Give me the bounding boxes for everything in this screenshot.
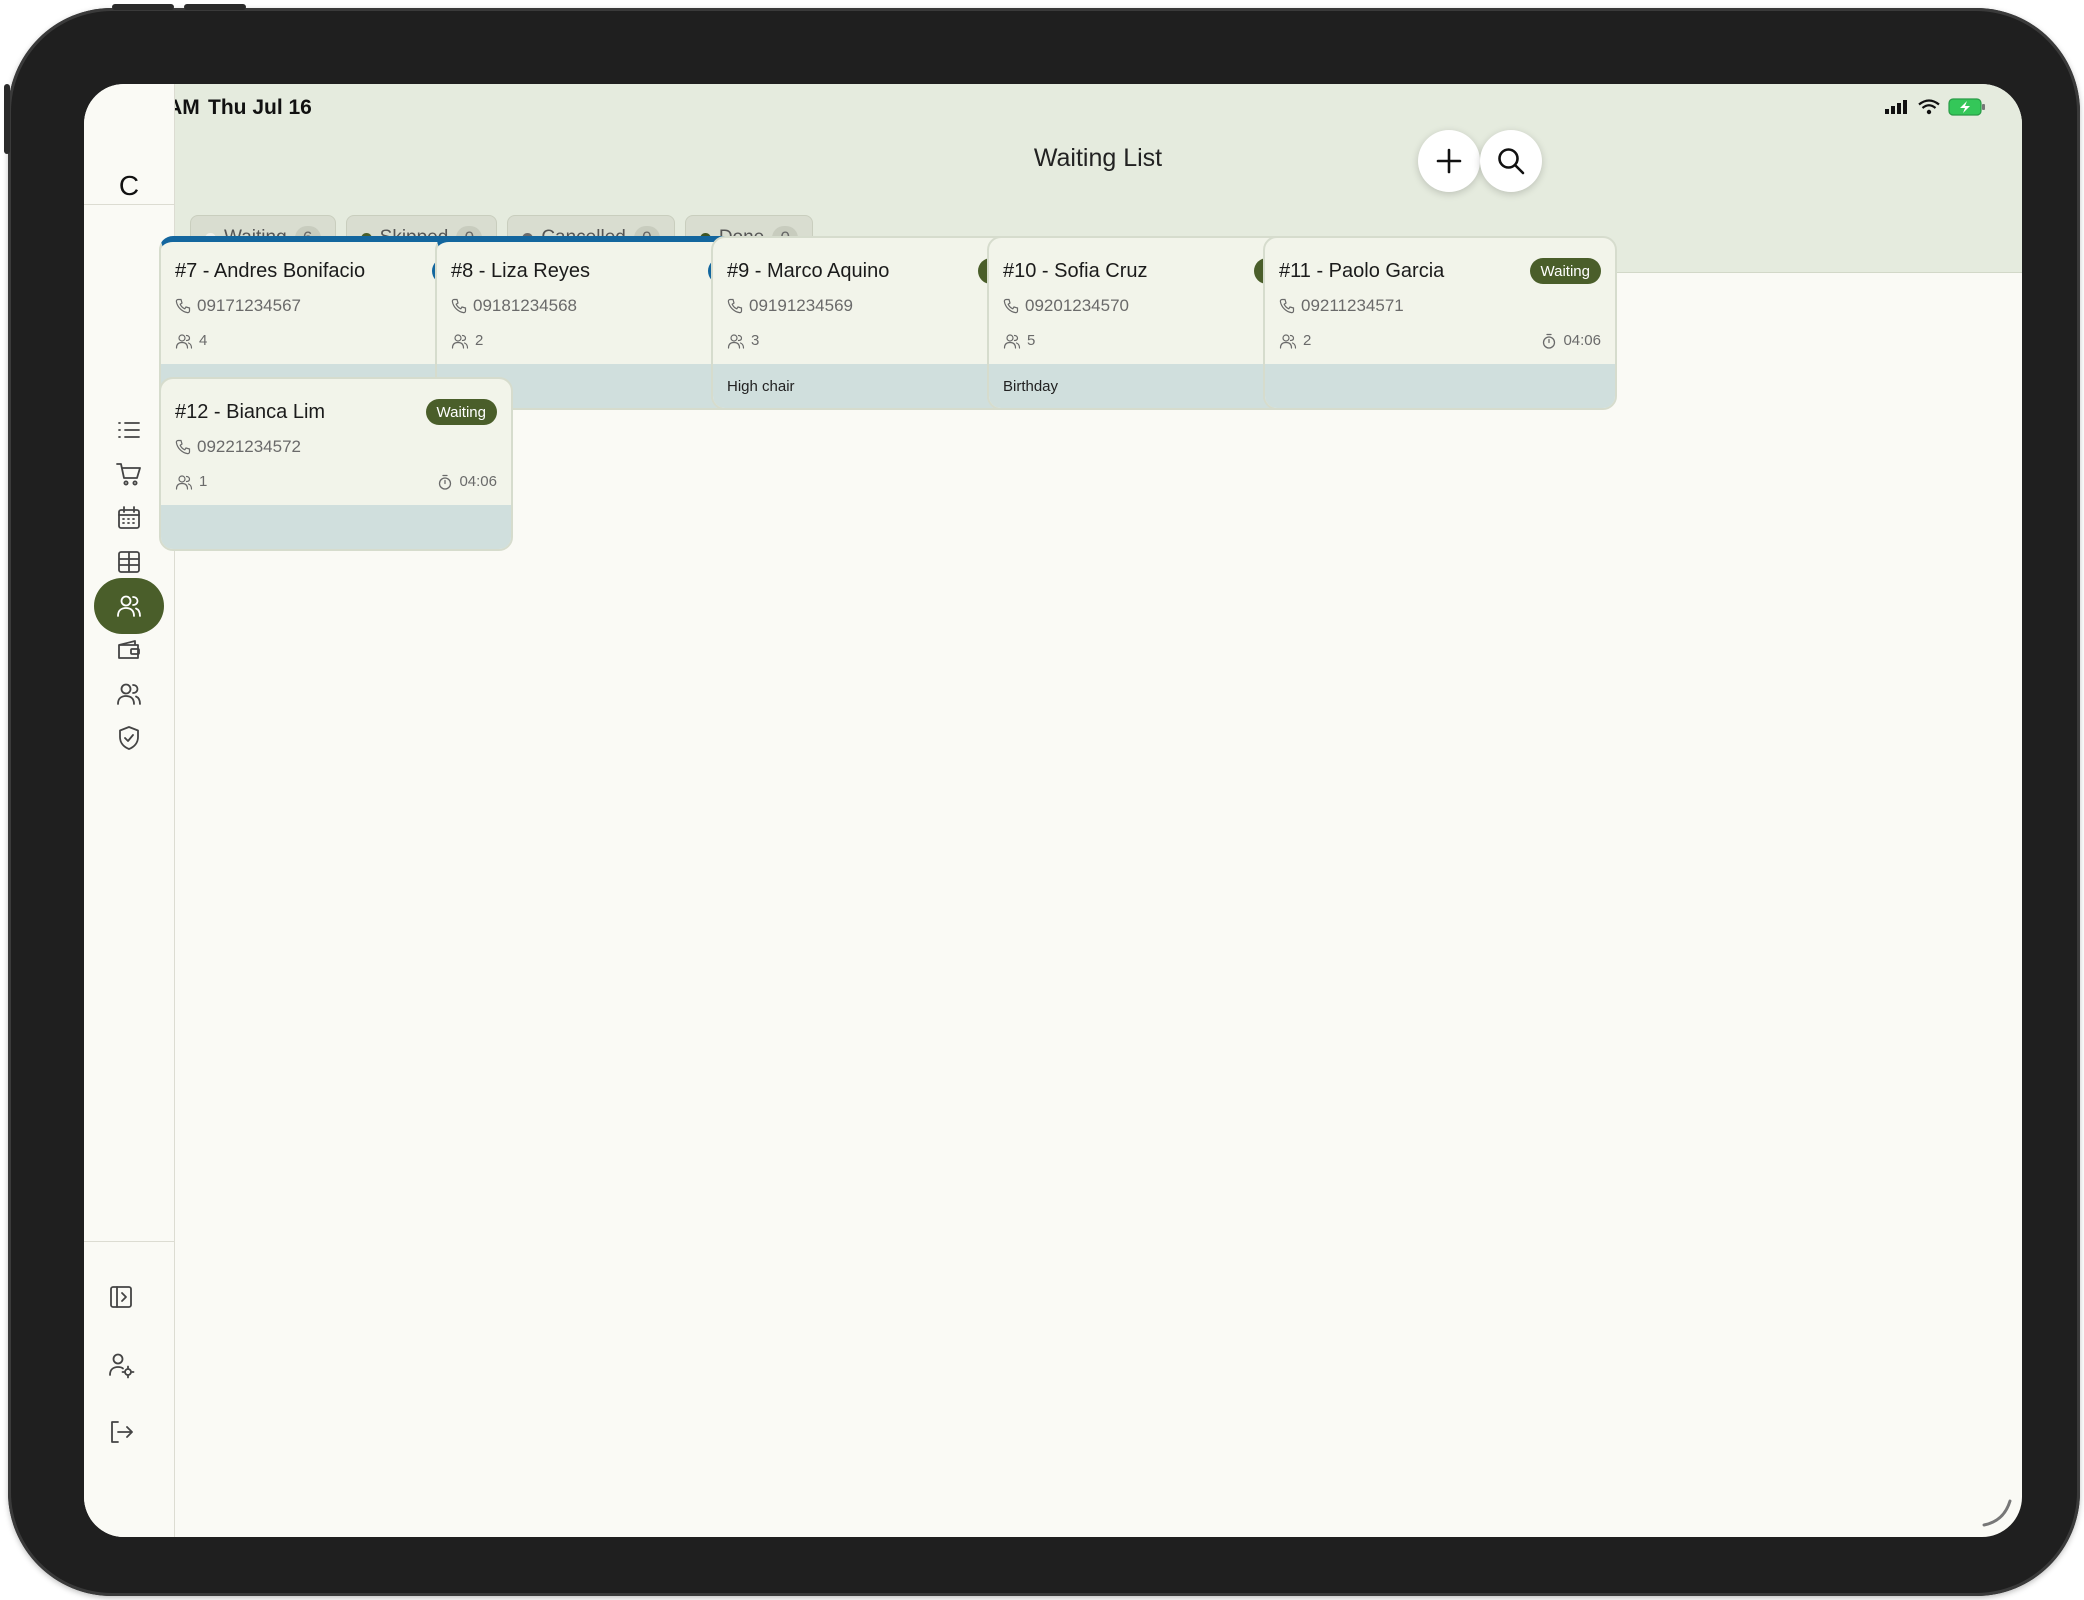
- party-size-icon: [175, 474, 193, 490]
- party-size-icon: [1279, 333, 1297, 349]
- phone-icon: [175, 298, 191, 314]
- phone-text: 09201234570: [1025, 296, 1130, 315]
- phone-text: 09191234569: [749, 296, 854, 315]
- party-count: 2: [475, 332, 484, 349]
- party-count: 5: [1027, 332, 1036, 349]
- collapse-sidebar-button[interactable]: [86, 1269, 156, 1325]
- party-size: 5: [1003, 332, 1035, 349]
- party-name: #8 - Liza Reyes: [451, 260, 590, 282]
- phone-icon: [1279, 298, 1295, 314]
- cart-icon: [116, 463, 141, 486]
- brand-logo: C: [118, 170, 140, 201]
- party-name: #12 - Bianca Lim: [175, 401, 326, 423]
- people-icon: [117, 683, 141, 705]
- party-size: 1: [175, 473, 207, 490]
- sidebar-divider: [84, 204, 174, 205]
- party-name: #10 - Sofia Cruz: [1003, 260, 1148, 282]
- app-screen: Waiting List Waiting 6: [84, 84, 2022, 1537]
- search-button[interactable]: [1480, 130, 1542, 192]
- party-count: 2: [1303, 332, 1312, 349]
- phone-icon: [451, 298, 467, 314]
- party-size-icon: [727, 333, 745, 349]
- users-icon: [117, 595, 141, 617]
- user-settings-icon: [109, 1353, 135, 1379]
- phone-number: 09171234567: [175, 296, 301, 316]
- volume-button: [112, 4, 174, 10]
- wallet-icon: [118, 640, 140, 659]
- tablet-frame: Waiting List Waiting 6: [4, 4, 2080, 1596]
- logout-button[interactable]: [86, 1404, 156, 1460]
- account-settings-button[interactable]: [86, 1337, 156, 1393]
- party-name: #11 - Paolo Garcia: [1279, 260, 1445, 282]
- battery-charging-icon: [1948, 98, 1985, 116]
- calendar-icon: [118, 506, 140, 529]
- party-size-icon: [175, 333, 193, 349]
- stopwatch-icon: [1543, 333, 1556, 349]
- phone-number: 09211234571: [1279, 296, 1404, 316]
- phone-icon: [727, 298, 743, 314]
- phone-text: 09181234568: [473, 296, 578, 315]
- phone-text: 09171234567: [197, 296, 302, 315]
- phone-icon: [175, 439, 191, 455]
- volume-button: [184, 4, 246, 10]
- party-size-icon: [1003, 333, 1021, 349]
- sidebar-collapse-icon: [110, 1286, 132, 1308]
- card-note: [1265, 364, 1615, 408]
- list-icon: [118, 422, 140, 438]
- waitlist-card[interactable]: #12 - Bianca Lim Waiting 09221234572 1 0…: [159, 377, 513, 551]
- phone-number: 09191234569: [727, 296, 853, 316]
- phone-text: 09211234571: [1301, 296, 1404, 315]
- party-count: 4: [199, 332, 208, 349]
- wait-timer: 04:06: [1541, 332, 1601, 349]
- page-title: Waiting List: [1033, 144, 1163, 172]
- waitlist-card[interactable]: #11 - Paolo Garcia Waiting 09211234571 2: [1263, 236, 1617, 410]
- logout-icon: [111, 1421, 133, 1443]
- plus-icon: [1436, 148, 1462, 174]
- party-size-icon: [451, 333, 469, 349]
- party-count: 1: [199, 473, 208, 490]
- wait-time: 04:06: [459, 473, 497, 490]
- search-icon: [1498, 148, 1525, 175]
- cellular-signal-icon: [1885, 100, 1907, 114]
- party-size: 2: [451, 332, 483, 349]
- top-button: [4, 84, 10, 154]
- party-name: #7 - Andres Bonifacio: [175, 260, 366, 282]
- wait-time: 04:06: [1563, 332, 1601, 349]
- status-badge: Waiting: [1529, 258, 1601, 284]
- phone-number: 09221234572: [175, 437, 301, 457]
- party-name: #9 - Marco Aquino: [727, 260, 890, 282]
- party-size: 2: [1279, 332, 1311, 349]
- phone-number: 09181234568: [451, 296, 577, 316]
- table-grid-icon: [118, 551, 140, 573]
- wait-timer: 04:06: [437, 473, 497, 490]
- card-note: [161, 505, 511, 549]
- sidebar-divider: [84, 1241, 174, 1242]
- sidebar-item-security[interactable]: [94, 710, 164, 766]
- add-button[interactable]: [1418, 130, 1480, 192]
- party-count: 3: [751, 332, 760, 349]
- status-date: Thu Jul 16: [208, 96, 312, 119]
- phone-text: 09221234572: [197, 437, 302, 456]
- wifi-icon: [1918, 99, 1940, 115]
- party-size: 3: [727, 332, 759, 349]
- status-badge: Waiting: [425, 399, 497, 425]
- shield-check-icon: [119, 726, 139, 750]
- resize-grip-icon: [1982, 1499, 2012, 1527]
- party-size: 4: [175, 332, 207, 349]
- phone-number: 09201234570: [1003, 296, 1129, 316]
- status-icons: [1884, 98, 1986, 116]
- stopwatch-icon: [439, 474, 452, 490]
- phone-icon: [1003, 298, 1019, 314]
